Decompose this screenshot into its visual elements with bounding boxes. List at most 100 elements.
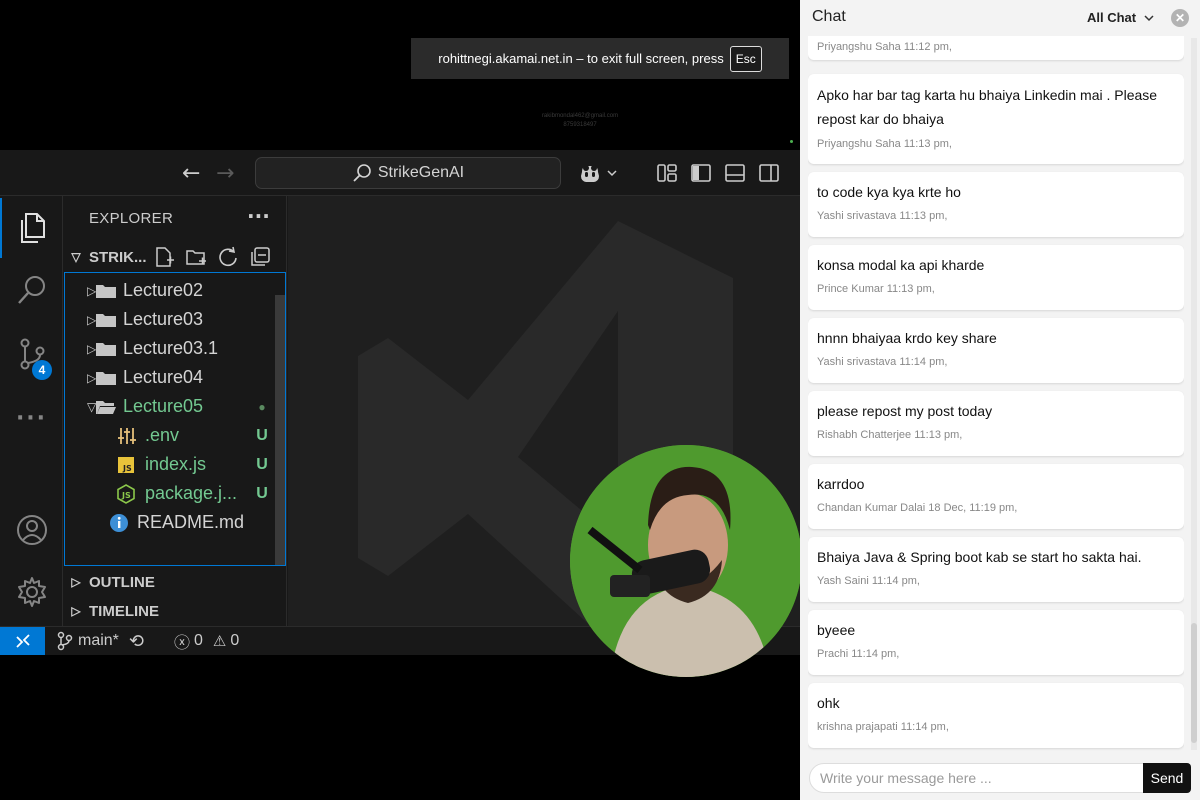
chat-message: Bhaiya Java & Spring boot kab se start h… xyxy=(808,537,1184,602)
command-center-label: StrikeGenAI xyxy=(377,164,465,181)
chat-message-text: please repost my post today xyxy=(817,403,993,419)
branch-indicator[interactable]: main* xyxy=(57,631,119,651)
svg-text:JS: JS xyxy=(121,491,131,500)
chat-message-meta: Yashi srivastava 11:14 pm, xyxy=(817,356,948,368)
svg-text:JS: JS xyxy=(122,464,132,473)
command-center-search[interactable]: StrikeGenAI xyxy=(255,157,561,189)
chat-message-text: to code kya kya krte ho xyxy=(817,184,961,200)
activity-manage[interactable] xyxy=(0,562,63,622)
chat-message-meta: Rishabh Chatterjee 11:13 pm, xyxy=(817,429,963,441)
activity-explorer[interactable] xyxy=(0,198,63,258)
esc-key-badge: Esc xyxy=(729,45,762,72)
tree-item[interactable]: ▷ Lecture03 xyxy=(65,305,271,334)
fullscreen-notice-text: rohittnegi.akamai.net.in – to exit full … xyxy=(438,51,724,66)
tree-scrollbar[interactable] xyxy=(275,295,285,565)
chat-message-text: konsa modal ka api kharde xyxy=(817,257,985,273)
explorer-sidebar: EXPLORER ··· ▽ STRIK... ▷ Lecture02 ▷ Le… xyxy=(63,196,287,626)
tree-item-label: .env xyxy=(145,425,180,445)
webcam-video xyxy=(570,445,802,677)
fullscreen-notice: rohittnegi.akamai.net.in – to exit full … xyxy=(411,38,789,79)
chat-scrollbar-thumb[interactable] xyxy=(1191,623,1197,743)
copilot-menu[interactable] xyxy=(578,162,618,184)
chat-message-meta: Chandan Kumar Dalai 18 Dec, 11:19 pm, xyxy=(817,502,1018,514)
chat-message: to code kya kya krte ho Yashi srivastava… xyxy=(808,172,1184,237)
tree-item[interactable]: ▷ Lecture03.1 xyxy=(65,334,271,363)
chat-message: byeee Prachi 11:14 pm, xyxy=(808,610,1184,675)
chat-message-text: Bhaiya Java & Spring boot kab se start h… xyxy=(817,549,1142,565)
chevron-down-icon xyxy=(1144,14,1154,21)
forward-arrow-icon[interactable]: → xyxy=(216,161,234,186)
chat-message: hnnn bhaiyaa krdo key share Yashi srivas… xyxy=(808,318,1184,383)
chat-message: konsa modal ka api kharde Prince Kumar 1… xyxy=(808,245,1184,310)
chat-filter-label: All Chat xyxy=(1087,10,1137,25)
chevron-right-icon: ▷ xyxy=(71,575,81,589)
collapse-all-icon[interactable] xyxy=(249,246,271,268)
file-tree: ▷ Lecture02 ▷ Lecture03 ▷ Lecture03.1 ▷ … xyxy=(64,272,286,566)
folder-icon xyxy=(95,369,123,387)
warning-count: 0 xyxy=(230,632,240,649)
title-bar: ← → StrikeGenAI xyxy=(0,150,800,196)
tree-item-label: Lecture02 xyxy=(123,280,204,300)
tree-item-status: ● xyxy=(258,399,266,414)
project-actions xyxy=(153,246,271,268)
chat-message-meta: krishna prajapati 11:14 pm, xyxy=(817,721,949,733)
warning-icon: ⚠ xyxy=(212,633,227,650)
chat-message-text: hnnn bhaiyaa krdo key share xyxy=(817,330,997,346)
chat-message-list[interactable]: Priyangshu Saha 11:12 pm, Apko har bar t… xyxy=(808,0,1184,752)
remote-indicator[interactable] xyxy=(0,626,45,655)
send-button[interactable]: Send xyxy=(1143,763,1191,793)
problems-indicator[interactable]: ⓧ 0 ⚠ 0 xyxy=(174,629,239,653)
toggle-secondary-sidebar-icon[interactable] xyxy=(758,162,780,184)
chat-filter-dropdown[interactable]: All Chat xyxy=(1087,10,1154,25)
chat-message-text: ohk xyxy=(817,695,840,711)
timeline-section-header[interactable]: ▷ TIMELINE xyxy=(63,597,287,625)
close-icon[interactable]: ✕ xyxy=(1171,9,1189,27)
chat-panel: Priyangshu Saha 11:12 pm, Apko har bar t… xyxy=(800,0,1200,800)
error-icon: ⓧ xyxy=(174,635,191,652)
chevron-right-icon: ▷ xyxy=(87,370,97,385)
chat-header: Chat All Chat ✕ xyxy=(800,0,1200,36)
watermark: rakibmondal462@gmail.com 8759318497 xyxy=(520,112,640,130)
screen: rohittnegi.akamai.net.in – to exit full … xyxy=(0,0,1200,800)
tree-item[interactable]: .env U xyxy=(65,421,271,450)
watermark-email: rakibmondal462@gmail.com xyxy=(541,113,619,119)
tree-item[interactable]: JS package.j... U xyxy=(65,479,271,508)
search-icon xyxy=(353,164,371,182)
new-folder-icon[interactable] xyxy=(185,246,207,268)
tree-item[interactable]: ▷ Lecture02 xyxy=(65,276,271,305)
tree-item[interactable]: README.md xyxy=(65,508,271,537)
toggle-primary-sidebar-icon[interactable] xyxy=(690,162,712,184)
tree-item[interactable]: ▷ Lecture04 xyxy=(65,363,271,392)
tree-item-status: U xyxy=(256,455,268,473)
outline-label: OUTLINE xyxy=(89,573,155,591)
activity-accounts[interactable] xyxy=(0,500,63,560)
tree-item[interactable]: ▽ Lecture05 ● xyxy=(65,392,271,421)
watermark-phone: 8759318497 xyxy=(563,122,597,128)
outline-section-header[interactable]: ▷ OUTLINE xyxy=(63,568,287,596)
search-icon xyxy=(17,276,45,304)
new-file-icon[interactable] xyxy=(153,246,175,268)
more-actions-icon[interactable]: ··· xyxy=(247,204,270,228)
activity-source-control[interactable]: 4 xyxy=(0,324,63,384)
tree-item-label: package.j... xyxy=(145,483,238,503)
activity-search[interactable] xyxy=(0,260,63,320)
toggle-panel-icon[interactable] xyxy=(724,162,746,184)
chat-scrollbar[interactable] xyxy=(1191,38,1197,750)
chat-message-meta: Prachi 11:14 pm, xyxy=(817,648,900,660)
tree-item[interactable]: JS index.js U xyxy=(65,450,271,479)
refresh-icon[interactable] xyxy=(217,246,239,268)
sync-icon[interactable]: ⟲ xyxy=(129,631,144,652)
copilot-icon xyxy=(581,165,599,182)
tree-item-label: Lecture05 xyxy=(123,396,204,416)
tree-item-label: Lecture03 xyxy=(123,309,204,329)
error-count: 0 xyxy=(194,632,203,649)
chat-message: please repost my post today Rishabh Chat… xyxy=(808,391,1184,456)
activity-more[interactable]: ··· xyxy=(0,388,63,448)
chat-message-meta: Prince Kumar 11:13 pm, xyxy=(817,283,935,295)
customize-layout-icon[interactable] xyxy=(656,162,678,184)
git-branch-icon xyxy=(57,631,73,651)
back-arrow-icon[interactable]: ← xyxy=(182,161,200,186)
activity-bar: 4 ··· xyxy=(0,196,63,626)
folder-open-icon xyxy=(95,398,123,416)
chat-message-input[interactable] xyxy=(809,763,1144,793)
